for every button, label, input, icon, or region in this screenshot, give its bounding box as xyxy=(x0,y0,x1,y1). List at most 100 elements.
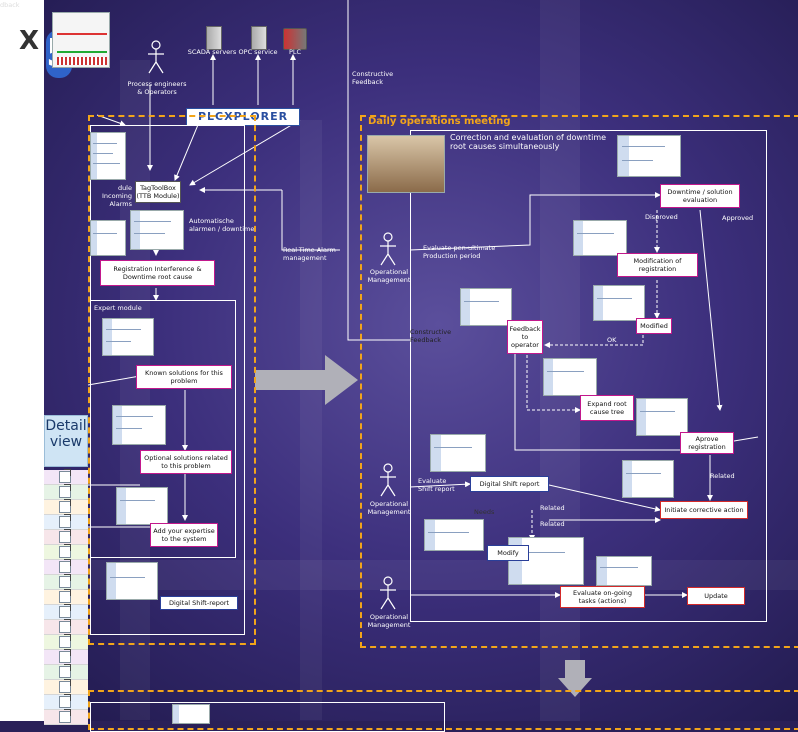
list-row[interactable] xyxy=(44,589,88,605)
digital-shift-report-box[interactable]: Digital Shift report xyxy=(470,476,549,492)
meeting-thumb-2 xyxy=(573,220,627,256)
external-link-icon xyxy=(59,694,71,708)
list-row[interactable] xyxy=(44,484,88,500)
approved-label: Approved xyxy=(722,214,754,222)
list-row[interactable] xyxy=(44,469,88,485)
meeting-thumb-7 xyxy=(430,434,486,472)
plc-device-icon xyxy=(283,28,307,50)
expert-thumbnail-2 xyxy=(112,405,166,445)
external-link-icon xyxy=(59,679,71,693)
digital-shift-report-left[interactable]: Digital Shift-report xyxy=(160,596,238,610)
close-icon[interactable]: X xyxy=(19,28,39,54)
disproved-label: Disproved xyxy=(645,213,678,221)
modification-box[interactable]: Modification of registration xyxy=(617,253,698,277)
op-mgmt-label-3: Operational Management xyxy=(367,613,411,629)
needs-label: Needs xyxy=(474,508,495,516)
expert-thumbnail-1 xyxy=(102,318,154,356)
list-row[interactable] xyxy=(44,559,88,575)
list-row[interactable] xyxy=(44,634,88,650)
external-link-icon xyxy=(59,604,71,618)
person-icon xyxy=(148,40,164,74)
aprove-registration-box[interactable]: Aprove registration xyxy=(680,432,734,454)
external-link-icon xyxy=(59,709,71,723)
person-icon xyxy=(380,463,396,497)
modified-box[interactable]: Modified xyxy=(636,318,672,334)
op-mgmt-label-1: Operational Management xyxy=(367,268,411,284)
external-link-icon xyxy=(59,514,71,528)
detail-view-label: Detail view xyxy=(45,418,87,450)
side-panel: X xyxy=(0,0,44,721)
external-link-icon xyxy=(59,589,71,603)
evaluate-ongoing-box[interactable]: Evaluate on-going tasks (actions) xyxy=(560,586,645,608)
top-chart-thumbnail xyxy=(52,12,110,68)
meeting-thumb-9 xyxy=(424,519,484,551)
list-row[interactable] xyxy=(44,664,88,680)
external-link-icon xyxy=(59,664,71,678)
meeting-thumb-1 xyxy=(617,135,681,177)
person-icon xyxy=(380,232,396,266)
list-row[interactable] xyxy=(44,694,88,710)
person-icon xyxy=(380,576,396,610)
incoming-alarms-thumbnail xyxy=(90,132,126,180)
shift-report-thumbnail xyxy=(106,562,158,600)
external-link-icon xyxy=(59,529,71,543)
opc-server-icon xyxy=(251,26,267,50)
external-link-icon xyxy=(59,544,71,558)
realtime-alarm-label: Real-Time Alarm management xyxy=(283,246,336,262)
scada-server-icon xyxy=(206,26,222,50)
list-row[interactable] xyxy=(44,514,88,530)
op-mgmt-label-2: Operational Management xyxy=(367,500,411,516)
list-row[interactable] xyxy=(44,499,88,515)
evaluate-shift-label: Evaluate Shift report xyxy=(418,477,455,493)
bottom-inner-frame xyxy=(90,702,445,732)
optional-solutions-box[interactable]: Optional solutions related to this probl… xyxy=(140,450,232,474)
registration-thumbnail xyxy=(90,220,126,256)
opc-label: OPC service xyxy=(238,48,278,56)
meeting-thumb-4 xyxy=(460,288,512,326)
feedback-fragment: dback xyxy=(0,1,20,9)
correction-text: Correction and evaluation of downtime ro… xyxy=(450,133,607,151)
external-link-icon xyxy=(59,559,71,573)
add-expertise-box[interactable]: Add your expertise to the system xyxy=(150,523,218,547)
list-row[interactable] xyxy=(44,604,88,620)
related-label-2: Related xyxy=(540,504,565,512)
ok-label: OK xyxy=(607,336,617,344)
meeting-thumb-6 xyxy=(636,398,688,436)
list-row[interactable] xyxy=(44,574,88,590)
initiate-corrective-box[interactable]: Initiate corrective action xyxy=(660,501,748,519)
downtime-evaluation-box[interactable]: Downtime / solution evaluation xyxy=(660,184,740,208)
list-row[interactable] xyxy=(44,529,88,545)
list-row[interactable] xyxy=(44,649,88,665)
detail-view-button[interactable]: Detail view xyxy=(44,415,88,467)
expert-module-title: Expert module xyxy=(94,304,142,312)
meeting-thumb-5 xyxy=(543,358,597,396)
bottom-thumbnail xyxy=(172,704,210,724)
list-row[interactable] xyxy=(44,544,88,560)
external-link-icon xyxy=(59,619,71,633)
constructive-feedback-label: Constructive Feedback xyxy=(410,328,452,344)
modify-box[interactable]: Modify xyxy=(487,545,529,561)
related-label-1: Related xyxy=(710,472,735,480)
tagtoolbox-box[interactable]: TagToolBox (TTB Module) xyxy=(135,181,181,203)
update-box[interactable]: Update xyxy=(687,587,745,605)
list-row[interactable] xyxy=(44,679,88,695)
known-solutions-box[interactable]: Known solutions for this problem xyxy=(136,365,232,389)
expert-thumbnail-3 xyxy=(116,487,168,525)
meeting-photo xyxy=(367,135,445,193)
external-link-icon xyxy=(59,649,71,663)
external-link-icon xyxy=(59,574,71,588)
expand-root-box[interactable]: Expand root cause tree xyxy=(580,395,634,421)
external-link-icon xyxy=(59,469,71,483)
meeting-thumb-11 xyxy=(596,556,652,586)
feedback-operator-box[interactable]: Feedback to operator xyxy=(507,320,543,354)
meeting-thumb-3 xyxy=(593,285,645,321)
external-link-icon xyxy=(59,499,71,513)
list-row[interactable] xyxy=(44,619,88,635)
external-link-icon xyxy=(59,634,71,648)
process-engineers-label: Process engineers & Operators xyxy=(127,80,187,96)
external-link-icon xyxy=(59,484,71,498)
registration-box[interactable]: Registration Interference & Downtime roo… xyxy=(100,260,215,286)
plc-label: PLC xyxy=(288,48,302,56)
list-row[interactable] xyxy=(44,709,88,725)
incoming-alarms-label: dule Incoming Alarms xyxy=(102,184,132,208)
